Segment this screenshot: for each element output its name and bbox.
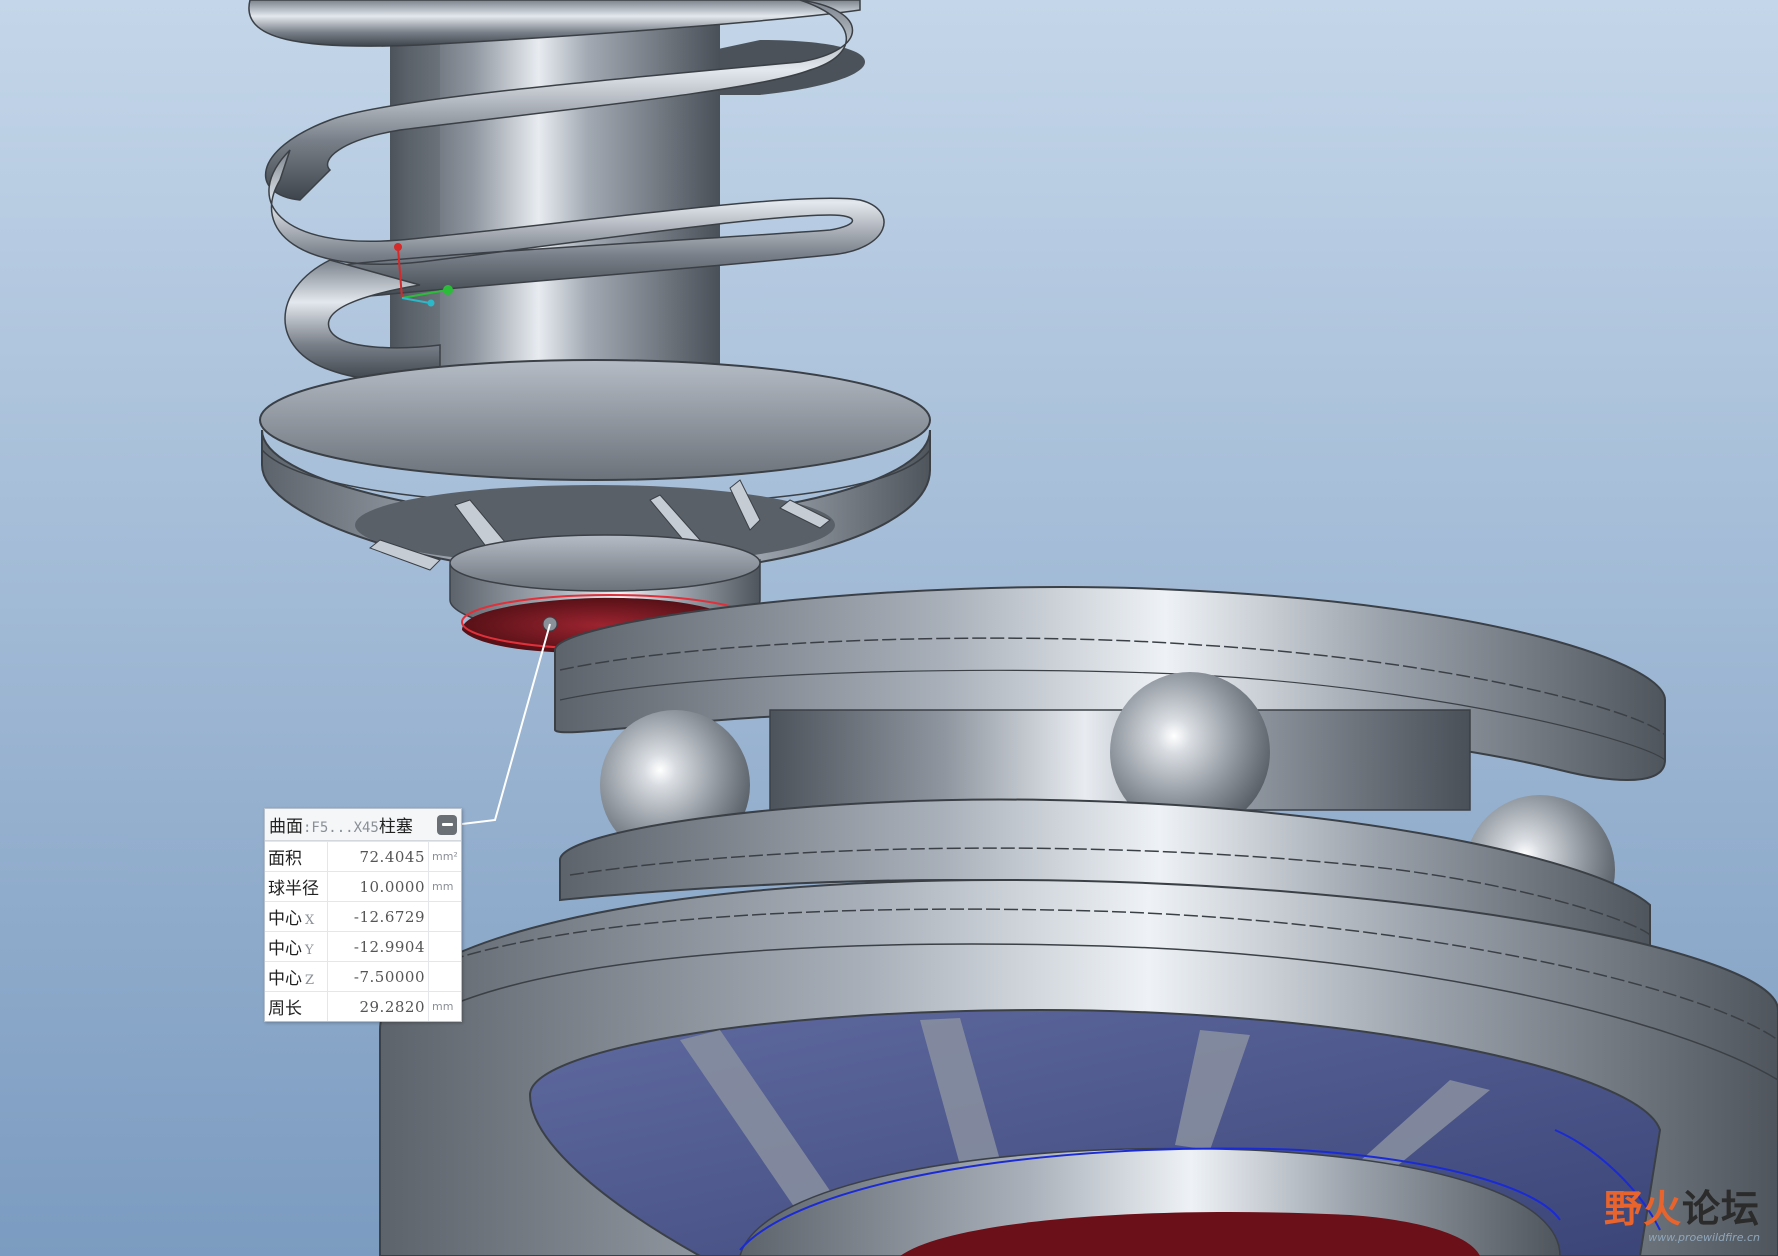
measure-row: 面积 72.4045 mm² [265, 841, 461, 872]
measure-label: 中心 Y [265, 931, 328, 962]
measure-row: 中心 Z -7.50000 [265, 961, 461, 992]
lower-spring-seat[interactable] [379, 878, 1778, 1256]
collapse-button[interactable] [437, 814, 457, 835]
panel-title: 曲面:F5...X45柱塞 [269, 812, 437, 837]
title-suffix: 柱塞 [378, 817, 413, 837]
model-render[interactable] [0, 0, 1778, 1256]
measure-unit: mm [428, 991, 461, 1021]
measure-value: -12.9904 [327, 931, 429, 962]
measure-label: 球半径 [265, 871, 328, 902]
measure-row: 球半径 10.0000 mm [265, 871, 461, 902]
measure-row: 周长 29.2820 mm [265, 991, 461, 1021]
panel-header[interactable]: 曲面:F5...X45柱塞 [265, 809, 461, 841]
measure-row: 中心 Y -12.9904 [265, 931, 461, 962]
measure-unit [428, 931, 461, 962]
measure-value: 29.2820 [327, 991, 429, 1021]
measure-label: 中心 Z [265, 961, 328, 992]
measure-value: -12.6729 [327, 901, 429, 932]
measure-info-panel[interactable]: 曲面:F5...X45柱塞 面积 72.4045 mm² 球半径 10.0000 mm 中心… [264, 808, 462, 1022]
measure-unit: mm² [428, 841, 461, 872]
axis-label: X [305, 913, 315, 928]
title-ref: :F5...X45 [303, 820, 379, 836]
watermark: 野火论坛 www.proewildfire.cn [1604, 1178, 1760, 1244]
measure-value: 10.0000 [327, 871, 429, 902]
measure-label: 中心 X [265, 901, 328, 932]
measure-row: 中心 X -12.6729 [265, 901, 461, 932]
3d-model-viewport[interactable] [0, 0, 1778, 1256]
minus-icon [441, 823, 453, 826]
measure-unit: mm [428, 871, 461, 902]
measure-table: 面积 72.4045 mm² 球半径 10.0000 mm 中心 X -12.6729 中心 Y -1… [265, 841, 461, 1021]
title-prefix: 曲面 [269, 817, 303, 837]
axis-label: Y [305, 943, 314, 958]
measure-label: 面积 [265, 841, 328, 872]
measure-label: 周长 [265, 991, 328, 1021]
watermark-logo: 野火论坛 [1603, 1187, 1760, 1231]
axis-label: Z [305, 973, 315, 988]
measure-unit [428, 901, 461, 932]
measure-value: 72.4045 [327, 841, 429, 872]
measure-value: -7.50000 [327, 961, 429, 992]
measure-unit [428, 961, 461, 992]
